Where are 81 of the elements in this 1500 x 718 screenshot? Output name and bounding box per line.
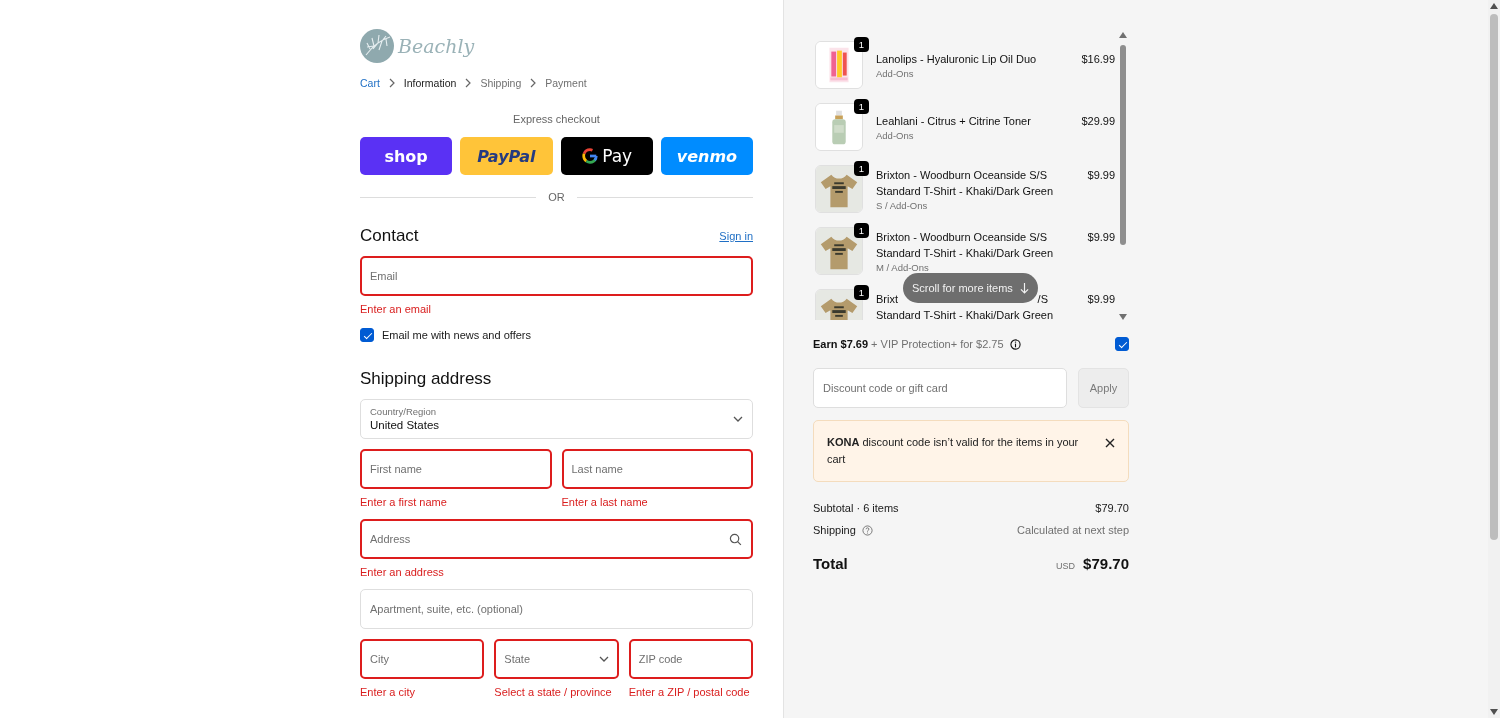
total-value: $79.70 xyxy=(1083,555,1129,572)
product-name: Leahlani - Citrus + Citrine Toner xyxy=(876,113,1032,129)
quantity-badge: 1 xyxy=(854,285,869,300)
arrow-down-icon xyxy=(1019,282,1029,294)
scroll-up-arrow-icon[interactable] xyxy=(1119,32,1128,38)
chevron-right-icon xyxy=(530,78,537,88)
product-price: $9.99 xyxy=(1086,291,1116,307)
shipping-value: Calculated at next step xyxy=(1017,523,1129,537)
quantity-badge: 1 xyxy=(854,37,869,52)
shipping-label: Shipping xyxy=(813,523,856,537)
info-icon xyxy=(1009,338,1021,350)
palm-leaf-logo-icon xyxy=(360,29,394,63)
product-price: $9.99 xyxy=(1086,167,1116,183)
chevron-down-icon xyxy=(598,656,609,662)
quantity-badge: 1 xyxy=(854,223,869,238)
select-field[interactable]: Country/Region United States xyxy=(360,399,753,439)
breadcrumb-link[interactable]: Payment xyxy=(545,76,587,90)
help-icon[interactable] xyxy=(861,524,873,536)
scrollbar[interactable] xyxy=(1488,0,1500,718)
checkbox[interactable] xyxy=(1115,337,1129,351)
input-field[interactable]: Address xyxy=(360,519,753,559)
subtotal-value: $79.70 xyxy=(1095,501,1129,515)
input-field[interactable]: ZIP code xyxy=(628,639,753,679)
error-message: Enter a first name xyxy=(360,495,448,509)
gpay-pay-button[interactable]: Pay xyxy=(560,137,653,175)
error-message: Enter an address xyxy=(360,565,445,579)
notice-message: KONA discount code isn’t valid for the items in your cart xyxy=(827,435,1080,467)
scroll-hint-button[interactable]: Scroll for more items xyxy=(903,273,1038,303)
chevron-right-icon xyxy=(465,78,472,88)
protection-offer: Earn $7.69 + VIP Protection+ for $2.75 xyxy=(813,337,1004,351)
logo-text: Beachly xyxy=(398,35,475,57)
product-name: Lanolips - Hyaluronic Lip Oil Duo xyxy=(876,51,1038,67)
scroll-up-arrow-icon[interactable] xyxy=(1490,3,1498,9)
quantity-badge: 1 xyxy=(854,99,869,114)
product-name: Brixton - Woodburn Oceanside S/S Standard T-Shirt - Khaki/Dark Green xyxy=(876,167,1055,199)
breadcrumb-link[interactable]: Information xyxy=(403,76,457,90)
input-field[interactable]: First name xyxy=(360,449,552,489)
sign-in-link[interactable]: Sign in xyxy=(719,230,753,242)
product-price: $16.99 xyxy=(1080,51,1116,67)
chevron-down-icon xyxy=(733,416,743,422)
product-variant: S / Add-Ons xyxy=(876,198,929,212)
close-icon[interactable] xyxy=(1105,438,1115,448)
subtotal-label: Subtotal · 6 items xyxy=(813,501,899,515)
product-name: Brixt xyxy=(876,291,898,307)
section-title: Express checkout xyxy=(512,112,601,126)
checkbox[interactable] xyxy=(360,328,374,342)
section-heading: Shipping address xyxy=(360,369,493,389)
product-name: /S xyxy=(1037,291,1048,307)
input-field[interactable]: Last name xyxy=(561,449,753,489)
scroll-down-arrow-icon[interactable] xyxy=(1119,314,1128,320)
paypal-pay-button[interactable]: PayPal xyxy=(460,137,553,175)
checkbox-label: Email me with news and offers xyxy=(382,328,531,342)
section-heading: Contact xyxy=(360,226,419,246)
total-label: Total xyxy=(813,555,848,572)
venmo-pay-button[interactable]: venmo xyxy=(660,137,753,175)
currency-code: USD xyxy=(1056,561,1076,571)
breadcrumb-link[interactable]: Cart xyxy=(360,76,380,90)
product-variant: M / Add-Ons xyxy=(876,260,930,274)
error-message: Enter a city xyxy=(360,685,417,699)
error-message: Enter a ZIP / postal code xyxy=(628,685,751,699)
product-name: Standard T-Shirt - Khaki/Dark Green xyxy=(876,307,1055,320)
breadcrumb-link[interactable]: Shipping xyxy=(480,76,522,90)
product-variant: Add-Ons xyxy=(876,66,915,80)
quantity-badge: 1 xyxy=(854,161,869,176)
divider-label: OR xyxy=(548,190,565,205)
select-field[interactable]: State xyxy=(494,639,619,679)
search-icon xyxy=(729,533,742,546)
product-price: $9.99 xyxy=(1086,229,1116,245)
shop-pay-button[interactable]: shop xyxy=(360,137,453,175)
product-variant: Add-Ons xyxy=(876,128,915,142)
error-message: Enter an email xyxy=(360,302,432,316)
chevron-right-icon xyxy=(388,78,395,88)
product-name: Brixton - Woodburn Oceanside S/S Standard T-Shirt - Khaki/Dark Green xyxy=(876,229,1055,261)
error-message: Enter a last name xyxy=(561,495,649,509)
error-message: Select a state / province xyxy=(494,685,613,699)
product-price: $29.99 xyxy=(1080,113,1116,129)
google-g-icon xyxy=(581,147,600,165)
input-field[interactable]: Email xyxy=(360,256,753,296)
scroll-down-arrow-icon[interactable] xyxy=(1490,709,1498,715)
input-field[interactable]: City xyxy=(360,639,485,679)
scrollbar[interactable] xyxy=(1117,32,1129,320)
